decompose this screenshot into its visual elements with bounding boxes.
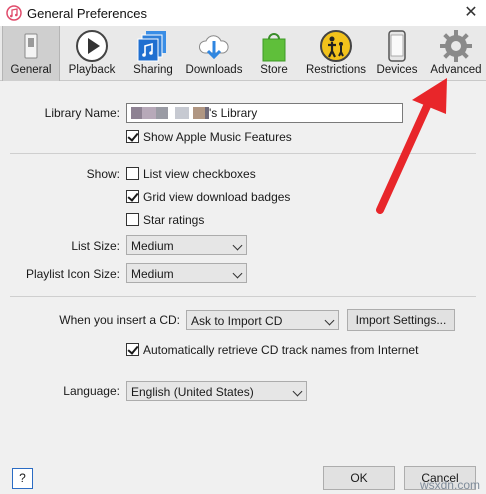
tab-downloads[interactable]: Downloads xyxy=(184,26,244,81)
checkbox-label: Automatically retrieve CD track names fr… xyxy=(143,343,419,357)
checkbox-label: Star ratings xyxy=(143,213,205,227)
tab-label: Advanced xyxy=(430,64,482,76)
checkbox-label: List view checkboxes xyxy=(143,167,256,181)
tab-label: General xyxy=(10,64,52,76)
redacted-block xyxy=(175,107,189,119)
title-bar: General Preferences ✕ xyxy=(0,0,486,26)
library-name-label: Library Name: xyxy=(44,106,120,120)
redacted-block xyxy=(156,107,168,119)
play-icon xyxy=(76,30,108,62)
tab-general[interactable]: General xyxy=(2,26,60,81)
checkbox-unchecked[interactable] xyxy=(126,213,139,226)
import-settings-button[interactable]: Import Settings... xyxy=(347,309,455,331)
language-select[interactable]: English (United States) xyxy=(126,381,307,401)
itunes-app-icon xyxy=(6,5,22,21)
close-button[interactable]: ✕ xyxy=(456,0,486,26)
tab-label: Playback xyxy=(68,64,116,76)
insert-cd-select[interactable]: Ask to Import CD xyxy=(186,310,339,330)
general-switch-icon xyxy=(24,33,38,59)
checkbox-label: Grid view download badges xyxy=(143,190,291,204)
tab-sharing[interactable]: Sharing xyxy=(125,26,181,81)
tab-restrictions[interactable]: Restrictions xyxy=(303,26,369,81)
device-icon xyxy=(388,30,406,62)
sharing-icon xyxy=(137,31,166,62)
select-value: Medium xyxy=(131,267,174,281)
preferences-toolbar: General Playback Sharing Downloads Store… xyxy=(0,26,486,81)
redacted-block xyxy=(131,107,142,119)
divider xyxy=(10,153,476,154)
checkbox-checked[interactable] xyxy=(126,190,139,203)
ok-button[interactable]: OK xyxy=(323,466,395,490)
checkbox-checked[interactable] xyxy=(126,130,139,143)
shopping-bag-icon xyxy=(262,33,286,62)
list-size-label: List Size: xyxy=(71,239,120,253)
list-size-select[interactable]: Medium xyxy=(126,235,247,255)
tab-advanced[interactable]: Advanced xyxy=(428,26,484,81)
select-value: Medium xyxy=(131,239,174,253)
download-cloud-icon xyxy=(199,35,229,60)
redacted-block xyxy=(142,107,156,119)
gear-icon xyxy=(440,30,472,62)
tab-devices[interactable]: Devices xyxy=(374,26,420,81)
tab-label: Store xyxy=(260,64,288,76)
window-title: General Preferences xyxy=(27,6,147,21)
checkbox-checked[interactable] xyxy=(126,343,139,356)
tab-label: Devices xyxy=(376,64,418,76)
playlist-icon-size-label: Playlist Icon Size: xyxy=(25,267,120,281)
redacted-block xyxy=(193,107,205,119)
insert-cd-label: When you insert a CD: xyxy=(59,313,180,327)
checkbox-label: Show Apple Music Features xyxy=(143,130,292,144)
select-value: Ask to Import CD xyxy=(191,314,283,328)
library-name-field[interactable]: 's Library xyxy=(126,103,403,123)
playlist-icon-size-select[interactable]: Medium xyxy=(126,263,247,283)
tab-store[interactable]: Store xyxy=(250,26,298,81)
tab-label: Sharing xyxy=(133,64,173,76)
watermark: wsxdn.com xyxy=(419,478,480,492)
checkbox-unchecked[interactable] xyxy=(126,167,139,180)
help-button[interactable]: ? xyxy=(12,468,33,489)
tab-label: Downloads xyxy=(185,64,243,76)
language-label: Language: xyxy=(63,384,120,398)
tab-playback[interactable]: Playback xyxy=(63,26,121,81)
divider xyxy=(10,296,476,297)
parental-restrictions-icon xyxy=(320,30,352,62)
chevron-down-icon xyxy=(232,268,243,279)
chevron-down-icon xyxy=(324,315,335,326)
library-name-suffix: 's Library xyxy=(209,106,258,120)
show-label: Show: xyxy=(86,167,120,181)
general-preferences-panel: Library Name: 's Library Show Apple Musi… xyxy=(0,82,486,494)
chevron-down-icon xyxy=(232,240,243,251)
chevron-down-icon xyxy=(292,386,303,397)
tab-label: Restrictions xyxy=(305,64,367,76)
select-value: English (United States) xyxy=(131,385,254,399)
